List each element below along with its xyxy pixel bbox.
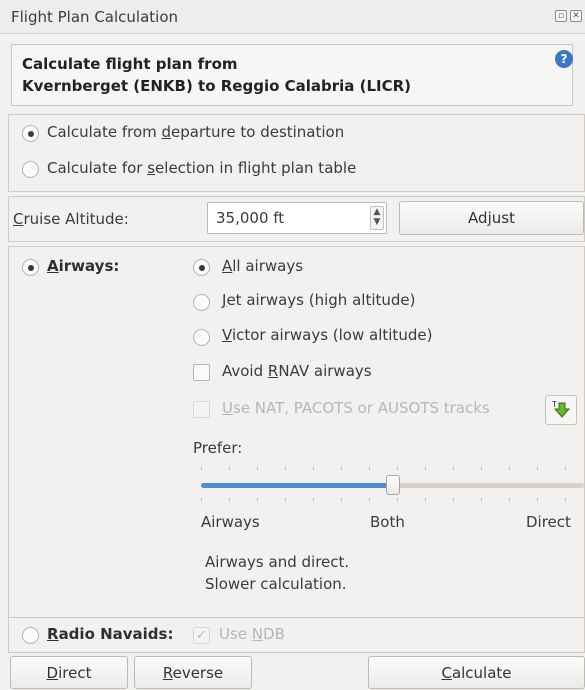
- all-airways-radio[interactable]: [193, 259, 210, 276]
- prefer-label: Prefer:: [193, 439, 243, 457]
- restore-icon[interactable]: ▫: [555, 10, 567, 22]
- cruise-altitude-value: 35,000 ft: [216, 209, 285, 227]
- slider-label-direct: Direct: [526, 513, 571, 531]
- close-icon[interactable]: ✕: [570, 10, 582, 22]
- selection-radio[interactable]: [22, 161, 39, 178]
- description-line-2: Slower calculation.: [205, 575, 347, 593]
- prefer-slider[interactable]: [193, 467, 585, 507]
- airways-radio[interactable]: [22, 259, 39, 276]
- header-line-1: Calculate flight plan from: [22, 55, 238, 73]
- direct-button[interactable]: Direct: [10, 656, 128, 689]
- jet-airways-label[interactable]: Jet airways (high altitude): [222, 291, 415, 309]
- radio-navaids-radio[interactable]: [22, 627, 39, 644]
- cruise-row: Cruise Altitude: 35,000 ft ▲ ▼ Adjust: [8, 196, 585, 242]
- slider-handle[interactable]: [385, 475, 400, 495]
- from-departure-label[interactable]: Calculate from departure to destination: [47, 123, 344, 141]
- navaids-row: Radio Navaids: ✓ Use NDB: [8, 617, 585, 653]
- download-tracks-icon: T: [551, 400, 571, 418]
- avoid-rnav-label[interactable]: Avoid RNAV airways: [222, 362, 372, 380]
- adjust-button[interactable]: Adjust: [399, 201, 584, 235]
- svg-text:T: T: [551, 400, 557, 409]
- airways-label[interactable]: Airways:: [47, 257, 119, 275]
- selection-label[interactable]: Calculate for selection in flight plan t…: [47, 159, 356, 177]
- radio-navaids-label[interactable]: Radio Navaids:: [47, 625, 173, 643]
- window-title: Flight Plan Calculation: [11, 8, 178, 26]
- header-line-2: Kvernberget (ENKB) to Reggio Calabria (L…: [22, 77, 412, 95]
- from-departure-radio[interactable]: [22, 125, 39, 142]
- airways-group: Airways: All airways Jet airways (high a…: [8, 246, 585, 618]
- tracks-label: Use NAT, PACOTS or AUSOTS tracks: [222, 399, 490, 417]
- use-ndb-label: Use NDB: [219, 625, 285, 643]
- description-line-1: Airways and direct.: [205, 553, 350, 571]
- victor-airways-label[interactable]: Victor airways (low altitude): [222, 326, 432, 344]
- victor-airways-radio[interactable]: [193, 329, 210, 346]
- cruise-altitude-input[interactable]: 35,000 ft ▲ ▼: [207, 202, 387, 234]
- slider-label-airways: Airways: [201, 513, 260, 531]
- all-airways-label[interactable]: All airways: [222, 257, 303, 275]
- route-header: Calculate flight plan from Kvernberget (…: [11, 44, 573, 106]
- avoid-rnav-checkbox[interactable]: [193, 364, 210, 381]
- slider-fill: [201, 483, 393, 488]
- altitude-spinner-icon[interactable]: ▲ ▼: [370, 206, 384, 230]
- title-bar: Flight Plan Calculation ▫ ✕: [0, 0, 585, 34]
- cruise-altitude-label: Cruise Altitude:: [13, 210, 129, 228]
- mode-group: Calculate from departure to destination …: [8, 114, 585, 192]
- calculate-button[interactable]: Calculate: [368, 656, 585, 689]
- download-tracks-button[interactable]: T: [545, 395, 577, 425]
- reverse-button[interactable]: Reverse: [134, 656, 252, 689]
- use-ndb-checkbox[interactable]: ✓: [193, 627, 210, 644]
- slider-label-both: Both: [370, 513, 405, 531]
- help-icon[interactable]: ?: [555, 50, 573, 68]
- tracks-checkbox[interactable]: [193, 401, 210, 418]
- jet-airways-radio[interactable]: [193, 294, 210, 311]
